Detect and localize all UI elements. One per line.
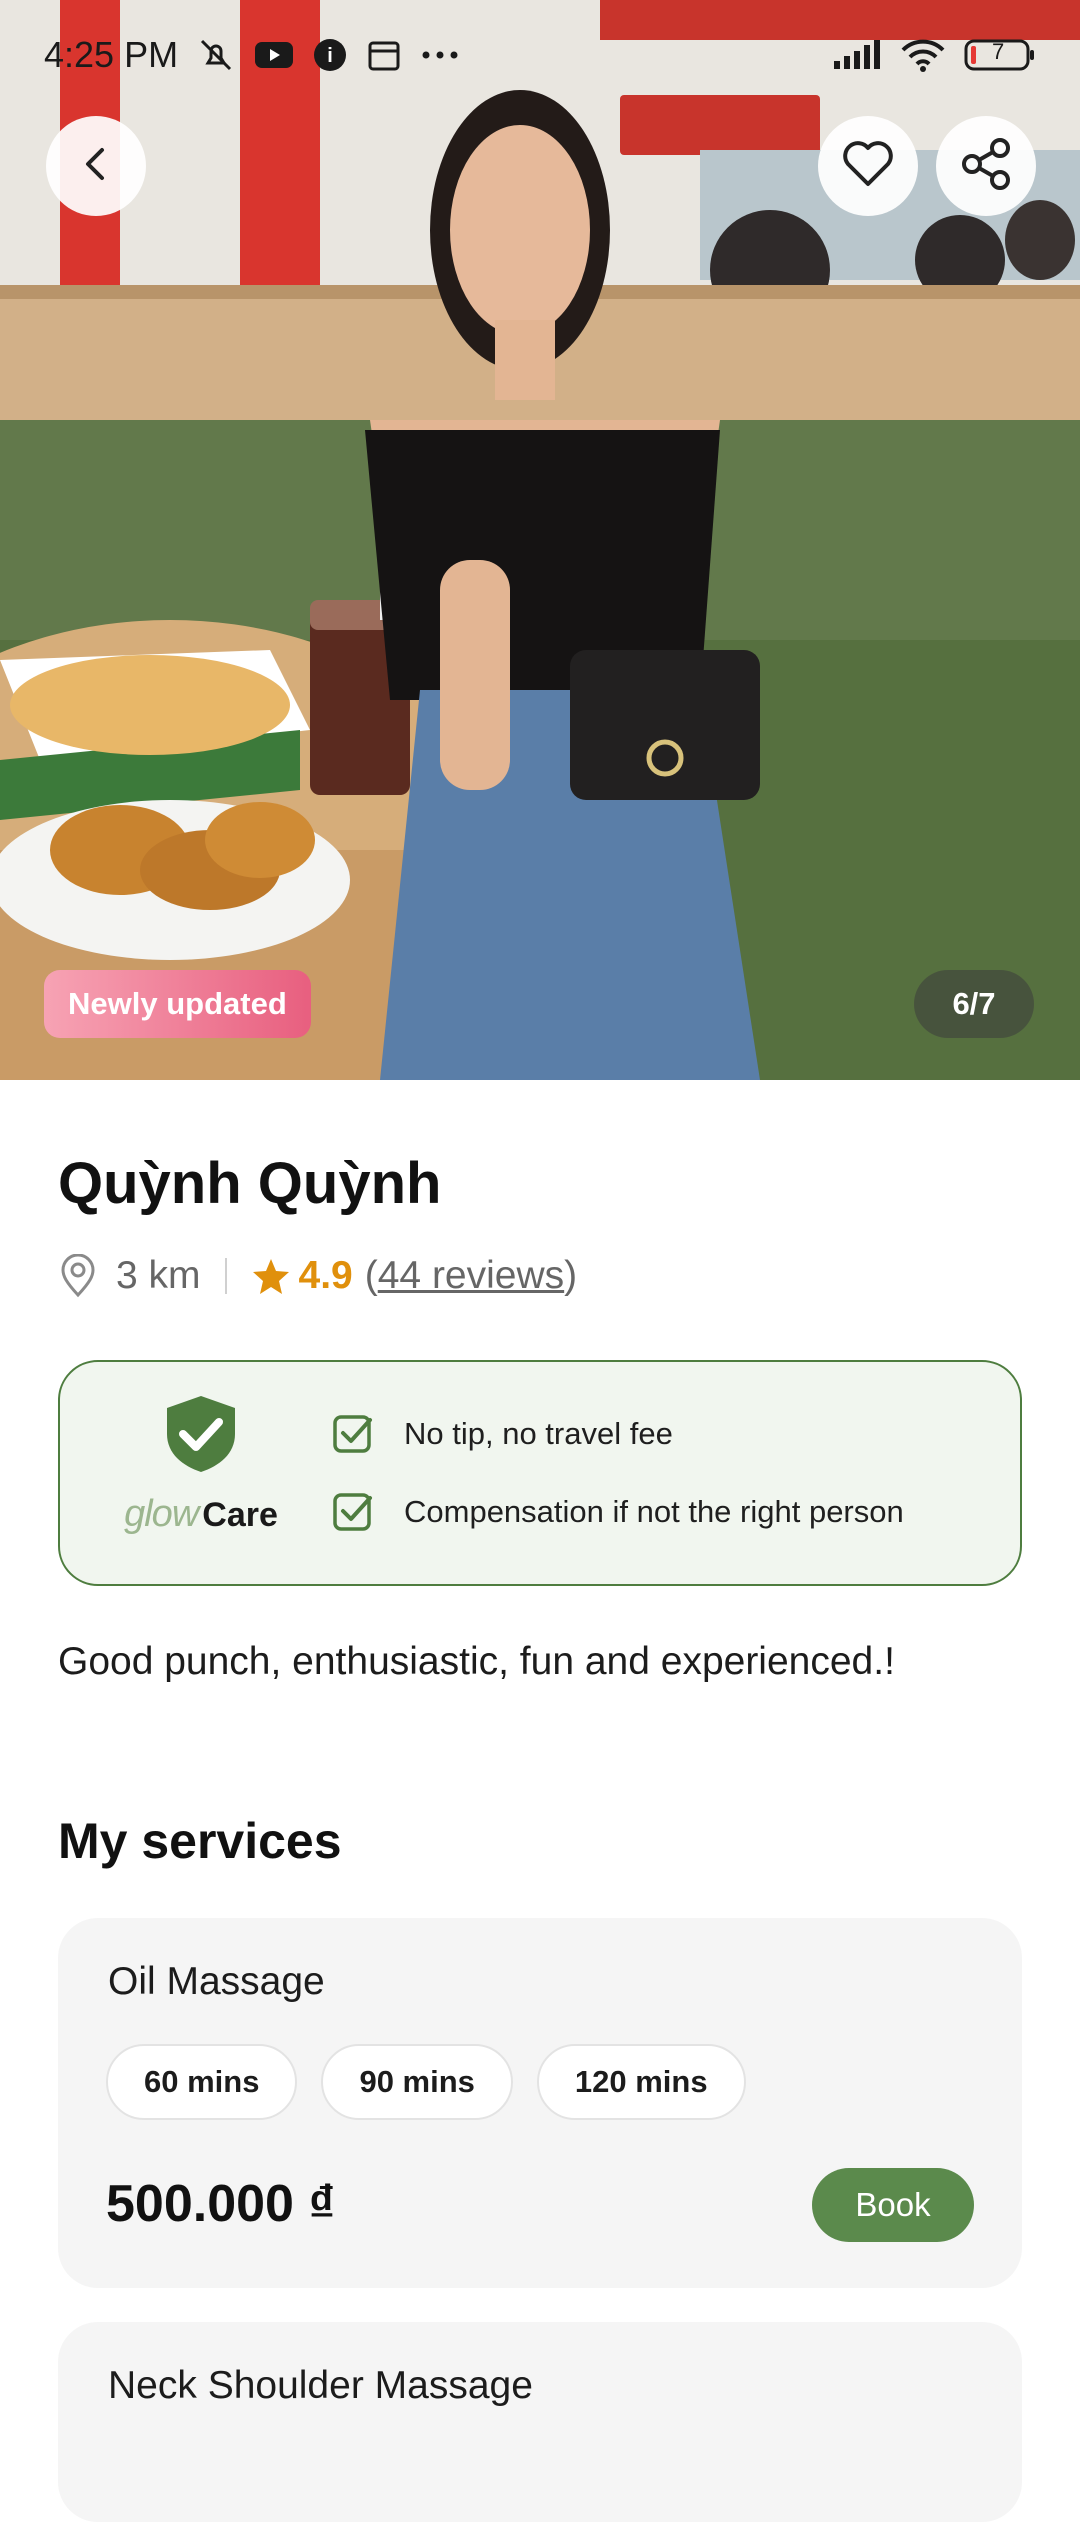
newly-updated-badge: Newly updated bbox=[44, 970, 311, 1038]
more-notifications-icon bbox=[420, 49, 460, 61]
wifi-icon bbox=[900, 38, 946, 72]
reviews-open-paren: ( bbox=[364, 1254, 378, 1297]
care-feature-label: Compensation if not the right person bbox=[404, 1494, 904, 1529]
status-time: 4:25 PM bbox=[44, 34, 179, 75]
checkbox-icon bbox=[332, 1490, 376, 1534]
service-card: Neck Shoulder Massage bbox=[58, 2322, 1022, 2522]
profile-name: Quỳnh Quỳnh bbox=[58, 1151, 442, 1216]
brand-care: Care bbox=[202, 1496, 278, 1534]
book-button[interactable]: Book bbox=[812, 2168, 974, 2242]
glow-care-guarantee: glow Care No tip, no travel fee Compensa… bbox=[58, 1360, 1022, 1586]
reviews-link[interactable]: 44 reviews bbox=[378, 1254, 564, 1298]
share-icon bbox=[958, 136, 1014, 197]
duration-option-90[interactable]: 90 mins bbox=[321, 2044, 513, 2120]
mute-icon bbox=[196, 35, 236, 75]
status-bar: 4:25 PM i 7 bbox=[0, 0, 1080, 110]
meta-divider bbox=[224, 1258, 227, 1294]
calendar-icon bbox=[366, 37, 402, 73]
service-name: Neck Shoulder Massage bbox=[108, 2364, 533, 2407]
photo-counter: 6/7 bbox=[914, 970, 1034, 1038]
signal-icon bbox=[832, 39, 882, 71]
profile-bio: Good punch, enthusiastic, fun and experi… bbox=[58, 1640, 895, 1683]
svg-text:i: i bbox=[327, 45, 333, 67]
profile-photo bbox=[0, 0, 1080, 1080]
location-pin-icon bbox=[58, 1254, 98, 1298]
care-feature: No tip, no travel fee bbox=[332, 1412, 673, 1456]
battery-level: 7 bbox=[992, 39, 1005, 64]
star-icon bbox=[251, 1256, 291, 1296]
services-section-title: My services bbox=[58, 1813, 342, 1869]
reviews-close-paren: ) bbox=[564, 1254, 578, 1297]
duration-option-120[interactable]: 120 mins bbox=[536, 2044, 746, 2120]
rating-value: 4.9 bbox=[298, 1254, 353, 1297]
care-feature-label: No tip, no travel fee bbox=[404, 1416, 673, 1451]
share-button[interactable] bbox=[936, 116, 1036, 216]
back-button[interactable] bbox=[46, 116, 146, 216]
duration-options: 60 mins 90 mins 120 mins bbox=[106, 2044, 746, 2120]
profile-meta: 3 km 4.9 ( 44 reviews ) bbox=[58, 1248, 577, 1304]
distance: 3 km bbox=[116, 1254, 201, 1297]
service-name: Oil Massage bbox=[108, 1960, 325, 2003]
heart-icon bbox=[842, 140, 894, 193]
checkbox-icon bbox=[332, 1412, 376, 1456]
youtube-icon bbox=[254, 40, 294, 70]
service-card: Oil Massage 60 mins 90 mins 120 mins 500… bbox=[58, 1918, 1022, 2288]
profile-photo-gallery[interactable]: 4:25 PM i 7 Newly updated 6/7 bbox=[0, 0, 1080, 1080]
glow-care-logo: glow Care bbox=[118, 1394, 284, 1536]
chevron-left-icon bbox=[76, 144, 116, 189]
brand-glow: glow bbox=[124, 1493, 199, 1535]
app-notification-icon: i bbox=[312, 37, 348, 73]
shield-check-icon bbox=[118, 1394, 284, 1479]
service-price: 500.000 ₫ bbox=[106, 2175, 336, 2233]
duration-option-60[interactable]: 60 mins bbox=[106, 2044, 298, 2120]
battery-icon: 7 bbox=[964, 38, 1036, 72]
favorite-button[interactable] bbox=[818, 116, 918, 216]
care-feature: Compensation if not the right person bbox=[332, 1490, 904, 1534]
